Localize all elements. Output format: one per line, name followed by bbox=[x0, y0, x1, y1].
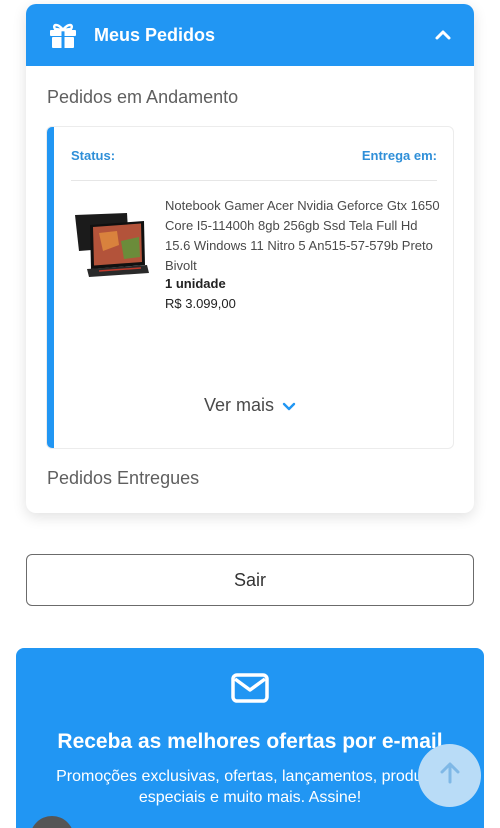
product-quantity: 1 unidade bbox=[165, 276, 226, 291]
newsletter-banner: Receba as melhores ofertas por e-mail Pr… bbox=[16, 648, 484, 828]
delivery-label: Entrega em: bbox=[361, 148, 437, 163]
delivered-title[interactable]: Pedidos Entregues bbox=[47, 468, 199, 489]
see-more-button[interactable]: Ver mais bbox=[47, 395, 453, 416]
product-price: R$ 3.099,00 bbox=[165, 296, 236, 311]
newsletter-text: Promoções exclusivas, ofertas, lançament… bbox=[56, 768, 444, 806]
orders-card-header[interactable]: Meus Pedidos bbox=[26, 4, 474, 66]
scroll-to-top-button[interactable] bbox=[418, 744, 481, 807]
order-item: Status: Entrega em: Notebook Gamer Acer … bbox=[46, 126, 454, 449]
divider bbox=[71, 180, 437, 181]
orders-card-title: Meus Pedidos bbox=[94, 24, 216, 45]
see-more-label: Ver mais bbox=[203, 395, 275, 415]
chevron-down-icon bbox=[282, 399, 296, 413]
mail-icon bbox=[230, 672, 270, 704]
product-name[interactable]: Notebook Gamer Acer Nvidia Geforce Gtx 1… bbox=[165, 196, 445, 276]
arrow-up-icon bbox=[439, 762, 461, 789]
newsletter-title: Receba as melhores ofertas por e-mail bbox=[57, 730, 443, 753]
chevron-up-icon[interactable] bbox=[434, 26, 452, 44]
product-image[interactable] bbox=[69, 211, 149, 277]
gift-icon bbox=[48, 21, 78, 49]
orders-card: Meus Pedidos Pedidos em Andamento Status… bbox=[26, 4, 474, 513]
in-progress-title: Pedidos em Andamento bbox=[47, 87, 239, 107]
status-label: Status: bbox=[71, 148, 116, 163]
logout-button[interactable]: Sair bbox=[26, 554, 474, 606]
